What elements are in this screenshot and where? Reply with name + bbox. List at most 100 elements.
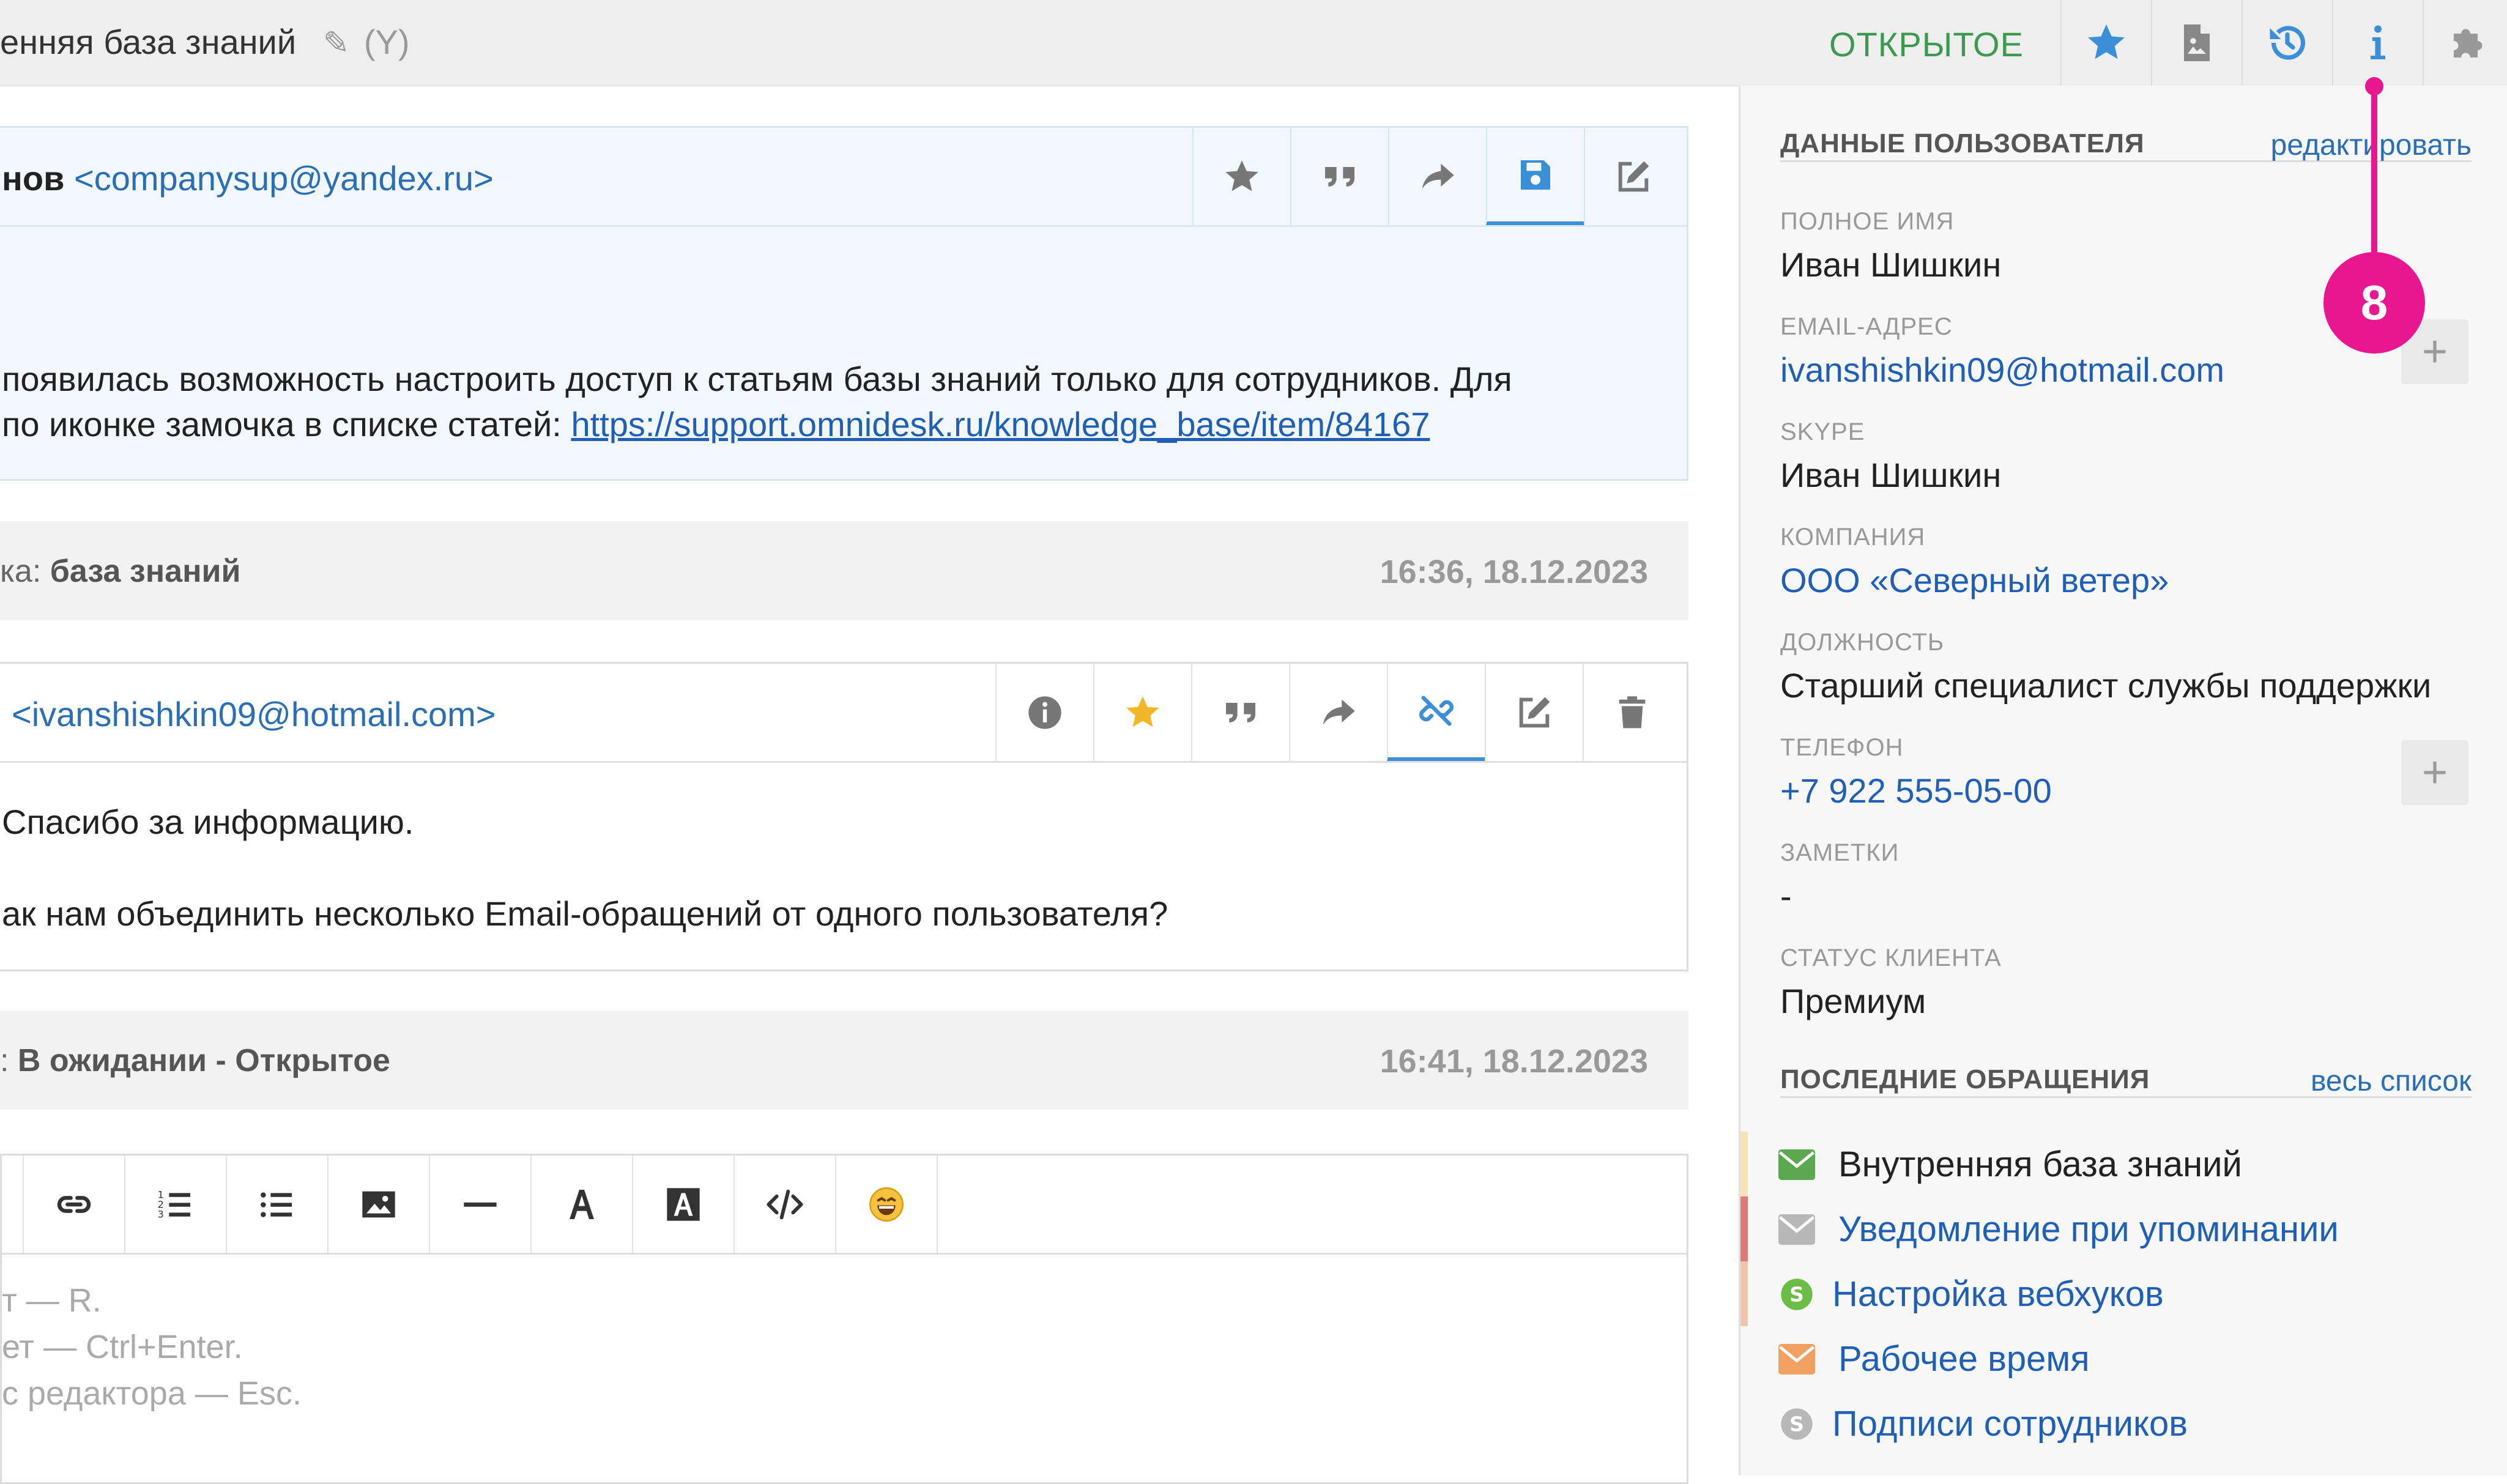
title-suffix: (Y) (363, 23, 410, 61)
edit-button[interactable] (1584, 128, 1682, 225)
message-header: нов <companysup@yandex.ru> (0, 128, 1687, 227)
ordered-list-icon: 123 (158, 1189, 190, 1220)
email-icon (1778, 1344, 1815, 1375)
horizontal-rule-icon (464, 1202, 497, 1207)
info-circle-icon (1028, 696, 1061, 729)
email-value[interactable]: ivanshishkin09@hotmail.com (1780, 350, 2224, 390)
bullet-list-button[interactable] (227, 1156, 329, 1253)
message-header: <ivanshishkin09@hotmail.com> (0, 664, 1687, 763)
code-button[interactable] (735, 1156, 836, 1253)
recent-request-label: Внутренняя база знаний (1838, 1145, 2242, 1184)
message-sender: нов <companysup@yandex.ru> (2, 158, 494, 198)
reply-editor[interactable]: 123 т — R. ет — Ctrl+Enter. с редактора … (0, 1154, 1688, 1484)
sender-email[interactable]: <ivanshishkin09@hotmail.com> (12, 695, 496, 733)
editor-toolbar: 123 (2, 1156, 1687, 1255)
forward-icon (1422, 163, 1454, 189)
forward-button[interactable] (1388, 128, 1486, 225)
request-priority-bar (1740, 1391, 1748, 1456)
info-button[interactable] (995, 664, 1093, 761)
event-row: ка: база знаний 16:36, 18.12.2023 (0, 521, 1688, 620)
recent-request-label: Настройка вебхуков (1832, 1274, 2164, 1314)
add-phone-button[interactable]: + (2401, 740, 2468, 805)
company-label: КОМПАНИЯ (1780, 524, 1926, 551)
request-priority-bar (1740, 1326, 1748, 1391)
user-data-header: ДАННЫЕ ПОЛЬЗОВАТЕЛЯ редактировать (1780, 124, 2472, 162)
link-button[interactable] (24, 1156, 125, 1253)
knowledge-base-link[interactable]: https://support.omnidesk.ru/knowledge_ba… (571, 405, 1430, 443)
save-button[interactable] (1486, 128, 1584, 225)
message-body-line: по иконке замочка в списке статей: https… (2, 402, 1430, 447)
recent-request-item[interactable]: S Настройка вебхуков (1740, 1261, 2507, 1326)
event-value: В ожидании - Открытое (17, 1043, 390, 1078)
event-text: : В ожидании - Открытое (0, 1042, 390, 1079)
star-button[interactable] (1093, 664, 1191, 761)
unlink-button[interactable] (1387, 664, 1485, 761)
event-time: 16:41, 18.12.2023 (1380, 1043, 1648, 1080)
history-tab[interactable] (2241, 0, 2332, 86)
svg-text:S: S (1789, 1283, 1804, 1307)
phone-label: ТЕЛЕФОН (1780, 734, 1904, 761)
event-prefix: ка: (0, 554, 50, 589)
notes-value: - (1780, 877, 1792, 915)
ticket-status[interactable]: ОТКРЫТОЕ (1829, 24, 2024, 64)
image-icon (362, 1191, 395, 1217)
star-icon (1225, 160, 1258, 191)
ordered-list-button[interactable]: 123 (125, 1156, 227, 1253)
annotation-badge: 8 (2323, 252, 2425, 354)
recent-request-item[interactable]: Внутренняя база знаний (1740, 1132, 2507, 1196)
star-icon (1126, 696, 1159, 727)
code-icon (767, 1189, 803, 1219)
message-body-line: Спасибо за информацию. (2, 803, 414, 841)
event-time: 16:36, 18.12.2023 (1380, 554, 1648, 590)
background-color-icon (667, 1187, 700, 1221)
full-name-value: Иван Шишкин (1780, 245, 2002, 284)
star-button[interactable] (1192, 128, 1290, 225)
trash-icon (1619, 696, 1646, 728)
background-color-button[interactable] (633, 1156, 735, 1253)
svg-text:3: 3 (158, 1208, 164, 1220)
sender-name: нов (2, 159, 65, 198)
text-color-button[interactable] (532, 1156, 633, 1253)
info-tab[interactable] (2332, 0, 2423, 86)
ticket-header: енняя база знаний ✎ (Y) ОТКРЫТОЕ (0, 0, 2507, 86)
puzzle-icon (2454, 29, 2483, 58)
recent-request-item[interactable]: S Подписи сотрудников (1740, 1391, 2507, 1456)
all-requests-link[interactable]: весь список (2311, 1064, 2472, 1098)
recent-request-item[interactable]: Рабочее время (1740, 1326, 2507, 1391)
editor-button-prev[interactable] (0, 1156, 24, 1253)
info-icon (2371, 25, 2385, 59)
files-tab[interactable] (2151, 0, 2241, 86)
message-body-line: ак нам объединить несколько Email-обраще… (2, 894, 1168, 933)
horizontal-rule-button[interactable] (430, 1156, 532, 1253)
star-tab[interactable] (2060, 0, 2151, 86)
emoji-button[interactable] (836, 1156, 938, 1253)
quote-button[interactable] (1290, 128, 1388, 225)
phone-value[interactable]: +7 922 555-05-00 (1780, 771, 2052, 811)
sender-email[interactable]: <companysup@yandex.ru> (74, 159, 494, 198)
recent-request-label: Уведомление при упоминании (1838, 1209, 2339, 1249)
recent-request-item[interactable]: Уведомление при упоминании (1740, 1196, 2507, 1261)
image-button[interactable] (329, 1156, 430, 1253)
forward-icon (1323, 699, 1355, 725)
pencil-icon[interactable]: ✎ (323, 26, 350, 61)
apps-tab[interactable] (2423, 0, 2507, 86)
recent-request-label: Подписи сотрудников (1832, 1404, 2188, 1444)
star-icon (2088, 24, 2125, 59)
client-status-label: СТАТУС КЛИЕНТА (1780, 944, 2002, 971)
email-icon (1778, 1149, 1815, 1180)
editor-hint: с редактора — Esc. (2, 1375, 302, 1412)
save-icon (1521, 160, 1550, 190)
skype-icon: S (1781, 1278, 1813, 1310)
editor-hint: т — R. (2, 1282, 102, 1319)
ticket-title[interactable]: енняя база знаний ✎ (Y) (0, 22, 409, 62)
edit-button[interactable] (1485, 664, 1583, 761)
delete-button[interactable] (1583, 664, 1681, 761)
history-icon (2270, 26, 2306, 60)
edit-icon (1618, 161, 1649, 191)
quote-button[interactable] (1191, 664, 1289, 761)
skype-label: SKYPE (1780, 418, 1865, 445)
link-icon (57, 1195, 91, 1213)
forward-button[interactable] (1289, 664, 1387, 761)
company-value[interactable]: ООО «Северный ветер» (1780, 560, 2169, 600)
text-color-icon (570, 1189, 594, 1219)
